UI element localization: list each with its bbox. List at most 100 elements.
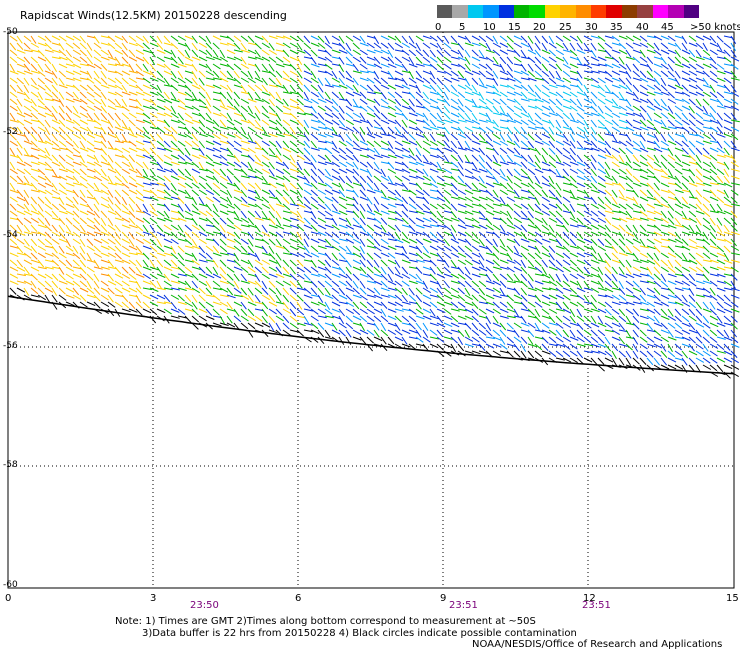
wind-barb [667, 231, 677, 237]
wind-barb [184, 224, 193, 232]
wind-barb [457, 175, 465, 184]
wind-barb [443, 42, 452, 49]
wind-barb [205, 196, 214, 203]
wind-barb [618, 182, 626, 191]
wind-barb [373, 140, 382, 148]
wind-barb [653, 70, 662, 78]
time-label-1: 23:50 [190, 600, 219, 611]
wind-barb [401, 294, 408, 303]
wind-barb [520, 273, 528, 282]
wind-barb [93, 217, 101, 226]
wind-barb [51, 203, 60, 211]
wind-barb [681, 196, 689, 205]
wind-barb [317, 203, 326, 210]
wind-barb [541, 133, 551, 139]
wind-barb [247, 182, 256, 189]
wind-barb [436, 294, 445, 302]
wind-barb [464, 140, 471, 149]
wind-barb [107, 217, 114, 226]
wind-barb [289, 294, 298, 302]
wind-barb [457, 336, 464, 346]
wind-barb [289, 133, 298, 140]
wind-barb [681, 273, 690, 281]
wind-barb [401, 287, 408, 296]
wind-barb [114, 203, 122, 211]
wind-barb [485, 182, 495, 188]
wind-barb [198, 266, 206, 274]
wind-barb [261, 84, 268, 93]
wind-barb [499, 63, 506, 72]
wind-barb [345, 98, 353, 107]
wind-barb [401, 98, 410, 106]
wind-barb [149, 140, 156, 149]
wind-barb [569, 63, 579, 69]
wind-barb [590, 175, 598, 184]
wind-barb [107, 175, 113, 185]
wind-barb [450, 210, 457, 219]
wind-barb [709, 126, 718, 133]
wind-barb [107, 301, 116, 308]
wind-barb [394, 140, 403, 147]
wind-barb [86, 133, 96, 139]
wind-barb [324, 203, 332, 212]
wind-barb [513, 210, 521, 218]
wind-barb [86, 203, 93, 212]
wind-barb [177, 35, 187, 41]
wind-barb [450, 84, 458, 93]
wind-barb [212, 308, 220, 316]
wind-barb [394, 273, 404, 279]
wind-barb [345, 161, 354, 168]
wind-barb [114, 70, 124, 76]
wind-barb [212, 224, 221, 232]
wind-barb [541, 210, 551, 216]
wind-barb [611, 294, 620, 301]
wind-barb [177, 252, 185, 261]
wind-barb [611, 147, 620, 154]
wind-barb [114, 287, 123, 294]
wind-barb [695, 84, 704, 92]
wind-barb [44, 189, 53, 196]
wind-barb [268, 287, 277, 295]
wind-barb [114, 175, 123, 183]
wind-barb [268, 238, 276, 246]
wind-barb [471, 63, 481, 69]
wind-barb [331, 112, 340, 120]
wind-barb [79, 280, 88, 288]
wind-barb [135, 49, 145, 55]
wind-barb [198, 196, 205, 205]
wind-barb [541, 42, 548, 51]
wind-barb [450, 238, 460, 244]
wind-barb [408, 91, 416, 99]
wind-barb [226, 147, 234, 156]
wind-barb [156, 133, 164, 142]
wind-barb [464, 126, 474, 132]
wind-barb [723, 126, 733, 132]
wind-barb [660, 49, 670, 55]
wind-barb [506, 322, 514, 330]
wind-barb [310, 161, 317, 170]
wind-barb [51, 154, 59, 163]
wind-barb [282, 182, 289, 191]
wind-barb [394, 280, 403, 287]
wind-barb [149, 84, 158, 91]
wind-barb [639, 357, 647, 365]
wind-barb [289, 112, 298, 120]
wind-barb [310, 133, 319, 141]
wind-barb [527, 329, 535, 338]
wind-barb [86, 266, 95, 273]
wind-barb [478, 329, 487, 336]
wind-barb [345, 112, 354, 119]
wind-barb [366, 301, 375, 309]
wind-barb [37, 91, 44, 100]
wind-barb [723, 98, 733, 104]
wind-barb [16, 287, 26, 293]
wind-barb [660, 273, 667, 282]
wind-barb [345, 77, 355, 83]
wind-barb [121, 238, 131, 244]
wind-barb [149, 301, 159, 307]
wind-barb [597, 224, 607, 230]
wind-barb [233, 140, 242, 147]
wind-barb [555, 273, 561, 283]
wind-barb [359, 315, 368, 323]
wind-barb [254, 77, 264, 83]
